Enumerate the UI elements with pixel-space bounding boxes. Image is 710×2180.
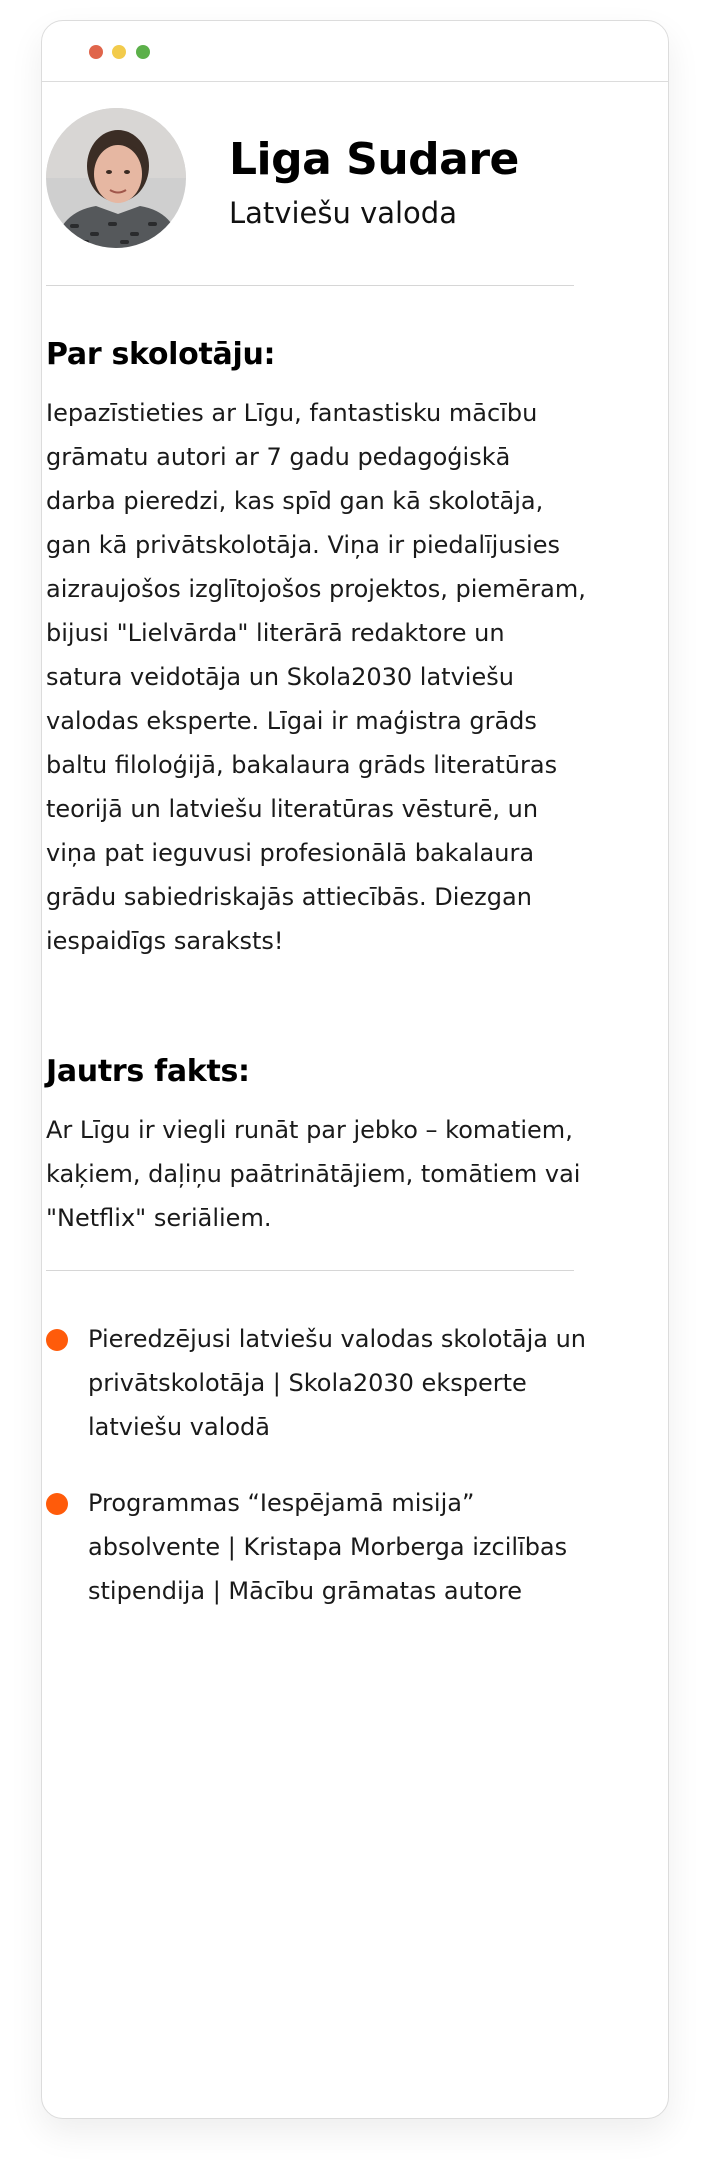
teacher-name: Liga Sudare (229, 134, 519, 185)
avatar-photo (46, 108, 186, 248)
about-heading: Par skolotāju: (46, 337, 276, 372)
teacher-subject: Latviešu valoda (229, 196, 457, 230)
highlight-item: Pieredzējusi latviešu valodas skolotāja … (46, 1317, 586, 1449)
highlight-text: Programmas “Iespējamā misija” absolvente… (88, 1489, 568, 1605)
highlights-list: Pieredzējusi latviešu valodas skolotāja … (46, 1317, 586, 1645)
highlight-text: Pieredzējusi latviešu valodas skolotāja … (88, 1325, 586, 1441)
bullet-dot-icon (46, 1329, 68, 1351)
about-text: Iepazīstieties ar Līgu, fantastisku mācī… (46, 399, 586, 955)
bullet-dot-icon (46, 1493, 68, 1515)
avatar (46, 108, 186, 248)
teacher-header: Liga Sudare Latviešu valoda (46, 108, 574, 248)
fun-fact-text: Ar Līgu ir viegli runāt par jebko – koma… (46, 1116, 581, 1232)
window-dot-yellow (112, 45, 126, 59)
divider (46, 285, 574, 286)
fun-fact-heading: Jautrs fakts: (46, 1054, 250, 1089)
divider (46, 1270, 574, 1271)
window-titlebar (42, 21, 668, 82)
highlight-item: Programmas “Iespējamā misija” absolvente… (46, 1481, 586, 1613)
window-dot-green (136, 45, 150, 59)
window-dot-red (89, 45, 103, 59)
